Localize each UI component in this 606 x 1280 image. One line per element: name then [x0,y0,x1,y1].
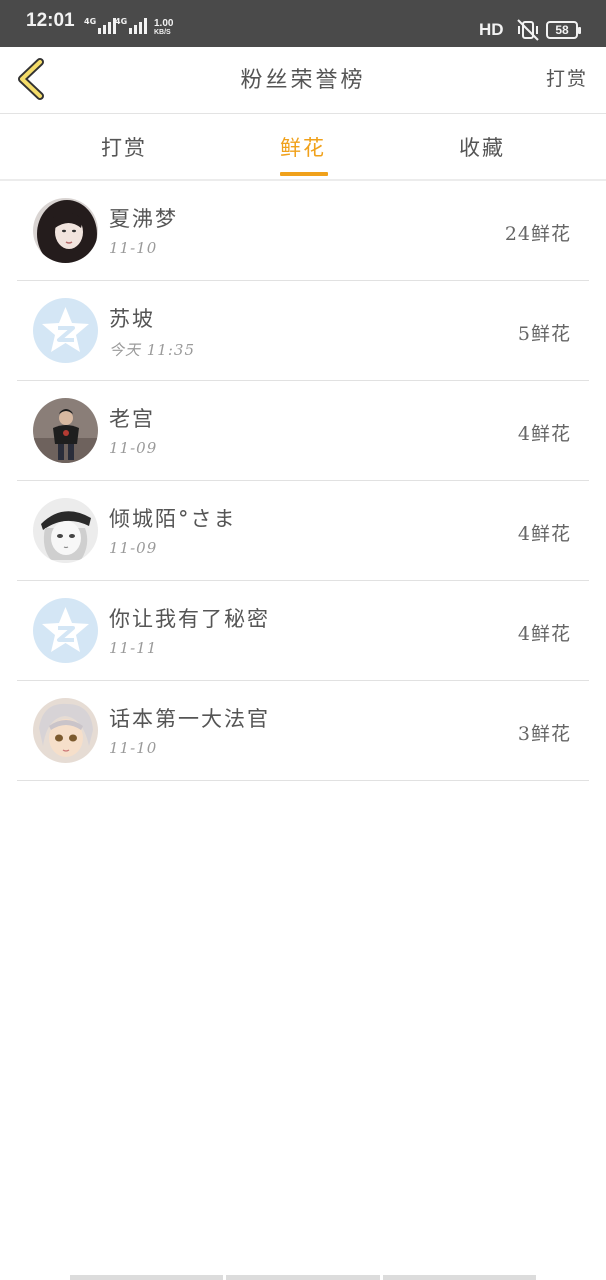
fan-name: 话本第一大法官 [109,707,270,731]
list-item[interactable]: 倾城陌°さま 11-09 4鲜花 [17,481,589,581]
tab-reward[interactable]: 打赏 [64,132,184,162]
network-type-label: 4G [115,17,128,26]
reward-button[interactable]: 打赏 [546,64,588,91]
network-speed-unit: KB/S [154,29,171,36]
avatar [33,198,98,263]
status-bar: 12:01 4G 4G 1.00 KB/S HD 58 [0,0,606,47]
list-item[interactable]: 夏沸梦 11-10 24鲜花 [17,181,589,281]
tab-bar: 打赏 鲜花 收藏 [0,114,606,181]
signal-icon: 4G [115,17,148,34]
list-item[interactable]: 苏坡 今天 11:35 5鲜花 [17,281,589,381]
fan-name: 苏坡 [109,307,155,331]
list-item[interactable]: 话本第一大法官 11-10 3鲜花 [17,681,589,781]
status-time: 12:01 [26,10,75,31]
navigation-gesture-bar[interactable] [70,1275,536,1280]
page-title: 粉丝荣誉榜 [240,68,366,93]
flower-count: 4鲜花 [517,623,571,645]
header: 粉丝荣誉榜 打赏 [0,47,606,114]
flower-count: 5鲜花 [517,323,571,345]
avatar [33,498,98,563]
fan-date: 11-09 [109,439,158,457]
fan-ranking-list: 夏沸梦 11-10 24鲜花 苏坡 今天 11:35 5鲜花 老宫 11-09 … [17,181,589,781]
avatar [33,298,98,363]
fan-name: 老宫 [109,407,155,431]
hd-label: HD [479,20,504,39]
network-type-label: 4G [84,17,97,26]
fan-date: 11-10 [109,239,158,257]
fan-date: 11-11 [109,639,158,657]
avatar [33,398,98,463]
fan-date: 11-09 [109,539,158,557]
active-tab-indicator [280,172,328,176]
vibrate-mute-icon [517,19,539,41]
flower-count: 4鲜花 [517,523,571,545]
list-item[interactable]: 你让我有了秘密 11-11 4鲜花 [17,581,589,681]
flower-count: 3鲜花 [517,723,571,745]
avatar [33,598,98,663]
network-speed-value: 1.00 [154,18,174,29]
battery-icon: 58 [546,21,581,39]
flower-count: 4鲜花 [517,423,571,445]
tab-favorites[interactable]: 收藏 [422,132,542,162]
avatar [33,698,98,763]
network-speed: 1.00 KB/S [154,19,173,37]
fan-name: 倾城陌°さま [109,507,237,531]
tab-flowers[interactable]: 鲜花 [243,132,363,162]
fan-name: 夏沸梦 [109,207,178,231]
fan-date: 今天 11:35 [109,341,195,359]
fan-name: 你让我有了秘密 [109,607,270,631]
list-item[interactable]: 老宫 11-09 4鲜花 [17,381,589,481]
fan-date: 11-10 [109,739,158,757]
flower-count: 24鲜花 [504,223,571,245]
signal-icon: 4G [84,17,117,34]
